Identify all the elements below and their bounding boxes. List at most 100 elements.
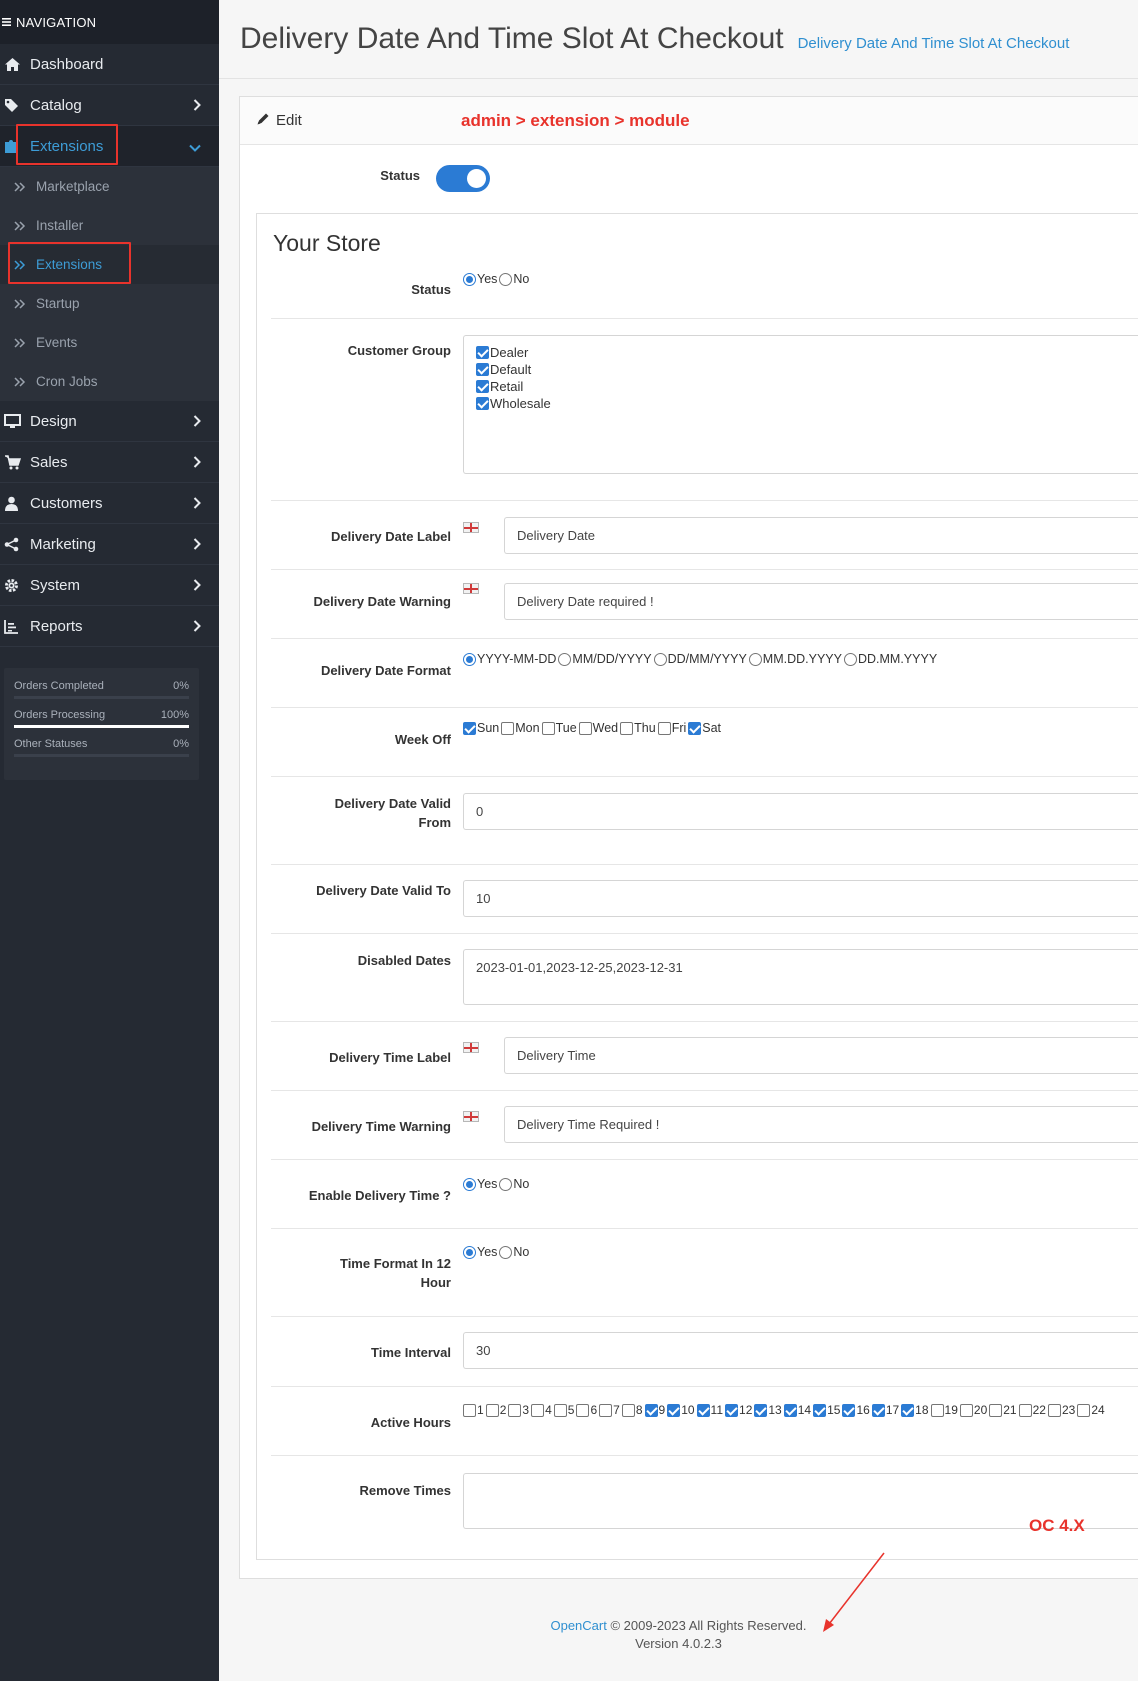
radio-label: YYYY-MM-DD — [477, 652, 557, 666]
row-remove-times: Remove Times — [271, 1456, 1138, 1544]
active-hour-checkbox[interactable] — [599, 1403, 613, 1417]
opencart-link[interactable]: OpenCart — [550, 1618, 606, 1633]
customer-group-checkbox[interactable] — [476, 380, 489, 393]
hour-label: 6 — [590, 1403, 598, 1417]
active-hours-label: Active Hours — [370, 1415, 451, 1430]
customer-group-name: Dealer — [490, 345, 529, 360]
customer-group-checkbox[interactable] — [476, 363, 489, 376]
valid-from-input[interactable]: 0 — [463, 793, 1138, 830]
week-off-checkbox[interactable] — [620, 721, 634, 735]
date-format-radio[interactable] — [558, 652, 572, 666]
enable-time-yes-radio[interactable] — [463, 1177, 476, 1191]
submenu-item-cron-jobs[interactable]: Cron Jobs — [0, 362, 219, 401]
sidebar-item-sales[interactable]: Sales — [0, 442, 219, 483]
time-format-yes-radio[interactable] — [463, 1245, 476, 1259]
customer-group-item[interactable]: Wholesale — [476, 395, 1129, 412]
week-off-checkbox[interactable] — [541, 721, 555, 735]
weekday-label: Tue — [555, 721, 577, 735]
active-hour-checkbox[interactable] — [463, 1403, 476, 1417]
active-hour-checkbox[interactable] — [553, 1403, 567, 1417]
active-hour-checkbox[interactable] — [783, 1403, 797, 1417]
active-hour-checkbox[interactable] — [621, 1403, 635, 1417]
date-format-radio[interactable] — [843, 652, 857, 666]
sidebar-item-customers[interactable]: Customers — [0, 483, 219, 524]
week-off-checkbox[interactable] — [463, 721, 476, 735]
delivery-time-warning-input[interactable]: Delivery Time Required ! — [504, 1106, 1138, 1143]
submenu-item-events[interactable]: Events — [0, 323, 219, 362]
chevron-right-icon — [193, 455, 201, 472]
delivery-date-label-input[interactable]: Delivery Date — [504, 517, 1138, 554]
nav-header[interactable]: NAVIGATION — [0, 0, 219, 44]
disabled-dates-textarea[interactable]: 2023-01-01,2023-12-25,2023-12-31 — [463, 949, 1138, 1005]
time-interval-input[interactable]: 30 — [463, 1332, 1138, 1369]
customer-group-item[interactable]: Retail — [476, 378, 1129, 395]
active-hour-checkbox[interactable] — [1047, 1403, 1061, 1417]
active-hour-checkbox[interactable] — [959, 1403, 973, 1417]
sidebar-item-dashboard[interactable]: Dashboard — [0, 44, 219, 85]
active-hour-checkbox[interactable] — [1018, 1403, 1032, 1417]
valid-to-input[interactable]: 10 — [463, 880, 1138, 917]
customer-group-checkbox[interactable] — [476, 397, 489, 410]
week-off-checkbox[interactable] — [688, 721, 702, 735]
active-hour-checkbox[interactable] — [576, 1403, 590, 1417]
sidebar-item-catalog[interactable]: Catalog — [0, 85, 219, 126]
panel-heading-label: Edit — [276, 112, 302, 129]
active-hour-checkbox[interactable] — [813, 1403, 827, 1417]
hour-label: 2 — [499, 1403, 507, 1417]
date-format-radio[interactable] — [463, 652, 476, 666]
menu-icon — [2, 15, 12, 30]
annotation-version: OC 4.X — [1029, 1516, 1085, 1535]
hour-label: 4 — [545, 1403, 552, 1417]
customer-group-checkbox[interactable] — [476, 346, 489, 359]
breadcrumb-link[interactable]: Delivery Date And Time Slot At Checkout — [798, 35, 1070, 52]
store-status-yes-radio[interactable] — [463, 272, 476, 286]
active-hour-checkbox[interactable] — [871, 1403, 885, 1417]
active-hour-checkbox[interactable] — [989, 1403, 1003, 1417]
sidebar-item-marketing[interactable]: Marketing — [0, 524, 219, 565]
sidebar-item-label: Reports — [30, 617, 83, 635]
active-hour-checkbox[interactable] — [901, 1403, 915, 1417]
active-hour-checkbox[interactable] — [1077, 1403, 1091, 1417]
active-hour-checkbox[interactable] — [644, 1403, 658, 1417]
sidebar-item-system[interactable]: System — [0, 565, 219, 606]
sidebar-item-design[interactable]: Design — [0, 401, 219, 442]
active-hour-checkbox[interactable] — [667, 1403, 681, 1417]
active-hour-checkbox[interactable] — [485, 1403, 499, 1417]
active-hour-checkbox[interactable] — [696, 1403, 710, 1417]
valid-to-label: Delivery Date Valid To — [316, 883, 451, 898]
weekday-label: Sun — [477, 721, 500, 735]
delivery-date-warning-input[interactable]: Delivery Date required ! — [504, 583, 1138, 620]
customer-group-item[interactable]: Default — [476, 361, 1129, 378]
active-hour-checkbox[interactable] — [930, 1403, 944, 1417]
double-chevron-icon — [14, 376, 34, 387]
date-format-radio[interactable] — [748, 652, 762, 666]
active-hour-checkbox[interactable] — [531, 1403, 545, 1417]
row-valid-from: Delivery Date Valid From 0 — [271, 777, 1138, 865]
active-hour-checkbox[interactable] — [725, 1403, 739, 1417]
status-toggle[interactable] — [436, 165, 490, 192]
enable-time-no-radio[interactable] — [499, 1177, 513, 1191]
flag-icon — [463, 1111, 479, 1122]
week-off-checkboxes: Sun Mon Tue Wed Thu Fri Sat — [463, 721, 723, 735]
customer-group-item[interactable]: Dealer — [476, 344, 1129, 361]
week-off-checkbox[interactable] — [578, 721, 592, 735]
active-hour-checkbox[interactable] — [842, 1403, 856, 1417]
sidebar-item-reports[interactable]: Reports — [0, 606, 219, 647]
submenu-item-startup[interactable]: Startup — [0, 284, 219, 323]
hour-label: 18 — [915, 1403, 929, 1417]
submenu-item-installer[interactable]: Installer — [0, 206, 219, 245]
active-hour-checkbox[interactable] — [508, 1403, 522, 1417]
week-off-checkbox[interactable] — [501, 721, 515, 735]
active-hour-checkbox[interactable] — [754, 1403, 768, 1417]
time-format-no-radio[interactable] — [499, 1245, 513, 1259]
delivery-time-label-input[interactable]: Delivery Time — [504, 1037, 1138, 1074]
submenu-item-label: Cron Jobs — [36, 374, 98, 389]
chevron-right-icon — [193, 619, 201, 636]
home-icon — [0, 57, 24, 72]
hour-label: 21 — [1003, 1403, 1017, 1417]
sidebar-item-label: Customers — [30, 494, 103, 512]
week-off-checkbox[interactable] — [657, 721, 671, 735]
store-status-no-radio[interactable] — [499, 272, 513, 286]
submenu-item-marketplace[interactable]: Marketplace — [0, 167, 219, 206]
date-format-radio[interactable] — [653, 652, 667, 666]
